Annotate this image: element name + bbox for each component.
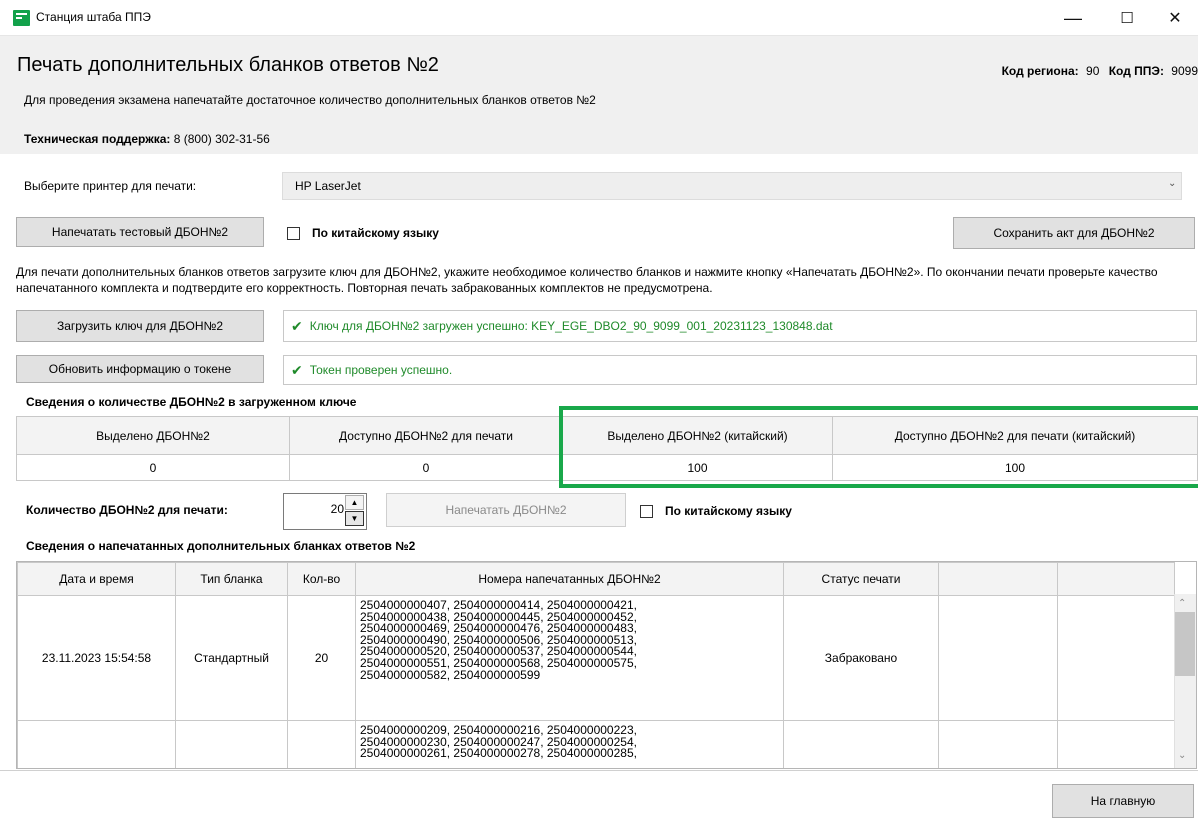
history-empty-cell	[1057, 720, 1175, 768]
window-title: Станция штаба ППЭ	[36, 10, 151, 24]
region-code-label: Код региона:	[1001, 64, 1079, 78]
history-header: Статус печати	[783, 562, 939, 596]
chinese-checkbox-print[interactable]	[640, 505, 653, 518]
history-header	[938, 562, 1058, 596]
intro-text: Для проведения экзамена напечатайте дост…	[24, 93, 596, 107]
support-phone: 8 (800) 302-31-56	[173, 132, 270, 146]
key-info-value: 0	[289, 454, 563, 481]
region-code-value: 90	[1086, 64, 1100, 78]
printer-selected-value: HP LaserJet	[295, 179, 361, 193]
chinese-checkbox-top-label: По китайскому языку	[312, 226, 439, 240]
print-button[interactable]: Напечатать ДБОН№2	[386, 493, 626, 527]
history-count: 20	[287, 595, 356, 721]
spin-down-icon[interactable]: ▼	[345, 511, 364, 526]
history-numbers: 2504000000407, 2504000000414, 2504000000…	[355, 595, 784, 721]
instruction-text: Для печати дополнительных бланков ответо…	[16, 265, 1158, 295]
qty-label: Количество ДБОН№2 для печати:	[26, 503, 228, 517]
history-header: Кол-во	[287, 562, 356, 596]
number-line: 2504000000582, 2504000000599	[360, 667, 541, 682]
key-status-box: ✔ Ключ для ДБОН№2 загружен успешно: KEY_…	[283, 310, 1197, 342]
ppe-code-value: 9099	[1171, 64, 1198, 78]
history-count	[287, 720, 356, 768]
history-datetime	[17, 720, 176, 768]
page-title: Печать дополнительных бланков ответов №2	[17, 54, 439, 76]
spin-up-icon[interactable]: ▲	[345, 495, 364, 510]
history-type: Стандартный	[175, 595, 288, 721]
history-status: Забраковано	[783, 595, 939, 721]
number-line: 2504000000261, 2504000000278, 2504000000…	[360, 746, 637, 761]
token-status-box: ✔ Токен проверен успешно.	[283, 355, 1197, 385]
save-act-button[interactable]: Сохранить акт для ДБОН№2	[953, 217, 1195, 249]
highlight-frame	[559, 406, 1198, 488]
key-info-header: Доступно ДБОН№2 для печати	[289, 416, 563, 455]
printer-label: Выберите принтер для печати:	[24, 179, 197, 193]
chinese-checkbox-print-label: По китайскому языку	[665, 504, 792, 518]
history-title: Сведения о напечатанных дополнительных б…	[26, 539, 416, 553]
history-type	[175, 720, 288, 768]
checkmark-icon: ✔	[291, 361, 303, 378]
printer-select[interactable]	[282, 172, 1182, 200]
quantity-value: 20	[330, 502, 344, 516]
history-header: Дата и время	[17, 562, 176, 596]
key-info-header: Выделено ДБОН№2	[16, 416, 290, 455]
history-empty-cell	[938, 595, 1058, 721]
history-header	[1057, 562, 1175, 596]
minimize-button[interactable]: —	[1050, 0, 1096, 36]
history-empty-cell	[1057, 595, 1175, 721]
checkmark-icon: ✔	[291, 317, 303, 334]
table-row[interactable]: 2504000000209, 2504000000216, 2504000000…	[17, 720, 1175, 768]
ppe-code-label: Код ППЭ:	[1108, 64, 1164, 78]
history-header: Номера напечатанных ДБОН№2	[355, 562, 784, 596]
load-key-button[interactable]: Загрузить ключ для ДБОН№2	[16, 310, 264, 342]
key-info-value: 0	[16, 454, 290, 481]
token-status-text: Токен проверен успешно.	[309, 363, 453, 377]
history-datetime: 23.11.2023 15:54:58	[17, 595, 176, 721]
chinese-checkbox-top[interactable]	[287, 227, 300, 240]
history-table-container[interactable]: Дата и время Тип бланка Кол-во Номера на…	[16, 561, 1197, 769]
maximize-button[interactable]: ☐	[1104, 0, 1150, 36]
key-status-text: Ключ для ДБОН№2 загружен успешно: KEY_EG…	[309, 319, 833, 333]
footer-bar	[0, 770, 1198, 825]
app-icon	[13, 10, 30, 26]
chevron-up-icon[interactable]: ⌃	[1178, 598, 1186, 609]
scrollbar-thumb[interactable]	[1175, 612, 1195, 676]
table-row[interactable]: 23.11.2023 15:54:58 Стандартный 20 25040…	[17, 595, 1175, 721]
test-print-button[interactable]: Напечатать тестовый ДБОН№2	[16, 217, 264, 247]
history-numbers: 2504000000209, 2504000000216, 2504000000…	[355, 720, 784, 768]
refresh-token-button[interactable]: Обновить информацию о токене	[16, 355, 264, 383]
chevron-down-icon[interactable]: ⌄	[1178, 750, 1186, 761]
history-table: Дата и время Тип бланка Кол-во Номера на…	[17, 562, 1175, 768]
history-status	[783, 720, 939, 768]
codes-info: Код региона: 90 Код ППЭ: 9099	[1002, 64, 1198, 78]
history-empty-cell	[938, 720, 1058, 768]
support-info: Техническая поддержка: 8 (800) 302-31-56	[24, 132, 270, 146]
title-bar	[0, 0, 1198, 36]
support-label: Техническая поддержка:	[24, 132, 171, 146]
close-button[interactable]: ✕	[1152, 0, 1198, 36]
chevron-down-icon: ⌄	[1168, 178, 1177, 189]
key-info-title: Сведения о количестве ДБОН№2 в загруженн…	[26, 395, 357, 409]
home-button[interactable]: На главную	[1052, 784, 1194, 818]
history-header: Тип бланка	[175, 562, 288, 596]
